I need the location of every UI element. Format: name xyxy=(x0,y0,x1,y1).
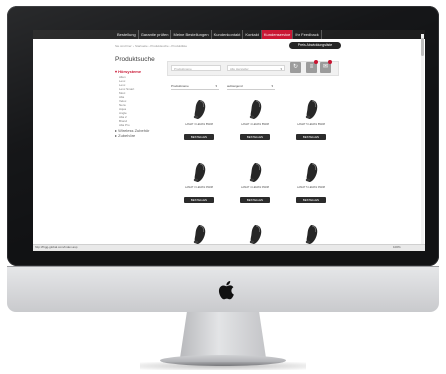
product-name: LAMAT 5 LEMAS DW08 xyxy=(296,186,325,189)
status-url: http://lhgg-global.com/index.asp xyxy=(35,245,78,249)
refresh-button[interactable]: ↻ xyxy=(290,62,301,73)
chevron-down-icon: ▾ xyxy=(215,84,217,88)
status-bar xyxy=(33,244,425,251)
search-input[interactable]: Produktname xyxy=(171,65,221,71)
sidebar-sublist: Allen Lexx Lexx Lexx Smart Moxi Alta Velox Nera… xyxy=(119,75,134,127)
cart-icon: ✉ xyxy=(322,64,329,70)
order-button[interactable]: BESTELLEN xyxy=(296,197,326,203)
zoom-level[interactable]: 100% xyxy=(393,245,401,249)
order-button[interactable]: BESTELLEN xyxy=(296,134,326,140)
chevron-down-icon: ▾ xyxy=(280,67,282,71)
hearing-aid-image[interactable] xyxy=(190,223,208,245)
hearing-aid-image[interactable] xyxy=(302,161,320,183)
nav-item[interactable]: Kundenkontakt xyxy=(212,30,244,39)
chevron-right-icon: ▸ xyxy=(115,133,118,138)
nav-item[interactable]: Meine Bestellungen xyxy=(171,30,212,39)
product-card[interactable]: LAMAT 4 LEMAS DW08 BESTELLEN xyxy=(229,161,281,205)
product-name: LAMAT 4 LEMAS BW08 xyxy=(241,123,269,126)
hearing-aid-image[interactable] xyxy=(246,98,264,120)
nav-item[interactable]: Garantie prüfen xyxy=(139,30,172,39)
brand-select[interactable]: Alle Hersteller ▾ xyxy=(227,65,285,71)
sort-order-select[interactable]: aufsteigend ▾ xyxy=(227,83,275,90)
product-name: LAMAT 5 LEMAS BW08 xyxy=(297,123,325,126)
nav-item[interactable]: Kontakt xyxy=(243,30,262,39)
product-name: LAMAT 4 LEMAS DW08 xyxy=(240,186,269,189)
scrollbar-track[interactable] xyxy=(421,34,424,249)
nav-item[interactable]: Kundenservice xyxy=(261,30,294,39)
sidebar-item-accessories[interactable]: ▸ Zubehöre xyxy=(115,133,135,138)
hearing-aid-image[interactable] xyxy=(246,223,264,245)
compare-badge xyxy=(314,60,318,64)
refresh-icon: ↻ xyxy=(292,64,299,70)
nav-item[interactable]: Bestellung xyxy=(115,30,139,39)
hearing-aid-image[interactable] xyxy=(190,98,208,120)
hearing-aid-image[interactable] xyxy=(246,161,264,183)
sort-field-select[interactable]: Produktname ▾ xyxy=(171,83,219,90)
chevron-down-icon: ▾ xyxy=(115,69,118,74)
product-card[interactable]: LAMAT 3 LEMAS BW08 BESTELLEN xyxy=(173,98,225,142)
chevron-down-icon: ▾ xyxy=(271,84,273,88)
scrollbar-thumb[interactable] xyxy=(421,38,424,56)
sidebar-title: Produktsuche xyxy=(115,56,155,63)
product-card[interactable]: LAMAT 5 LEMAS DW08 BESTELLEN xyxy=(285,161,337,205)
nav-menu: Bestellung Garantie prüfen Meine Bestellun… xyxy=(115,30,322,39)
sidebar-subitem[interactable]: Alta Pro xyxy=(119,123,134,127)
apple-logo-icon xyxy=(218,281,234,300)
stand-shadow xyxy=(140,362,306,370)
sidebar-item-label: Hörsysteme xyxy=(118,69,142,74)
sidebar-item-active[interactable]: ▾ Hörsysteme xyxy=(115,69,141,74)
cart-badge xyxy=(328,60,332,64)
compare-icon: ≡ xyxy=(309,64,314,70)
product-name: LAMAT 3 LEMAS BW08 xyxy=(185,123,213,126)
order-button[interactable]: BESTELLEN xyxy=(184,197,214,203)
product-card[interactable]: LAMAT 3 LEMAS DW08 BESTELLEN xyxy=(173,161,225,205)
hearing-aid-image[interactable] xyxy=(190,161,208,183)
screen: Bestellung Garantie prüfen Meine Bestellun… xyxy=(33,30,425,251)
product-name: LAMAT 3 LEMAS DW08 xyxy=(184,186,213,189)
nav-item[interactable]: Ihr Feedback xyxy=(293,30,322,39)
order-button[interactable]: BESTELLEN xyxy=(240,197,270,203)
product-card[interactable]: LAMAT 5 LEMAS BW08 BESTELLEN xyxy=(285,98,337,142)
order-button[interactable]: BESTELLEN xyxy=(240,134,270,140)
chin-seam xyxy=(7,266,439,267)
price-list-button[interactable]: Preis Abwicklungsliste xyxy=(289,42,341,49)
product-card[interactable]: LAMAT 4 LEMAS BW08 BESTELLEN xyxy=(229,98,281,142)
hearing-aid-image[interactable] xyxy=(302,98,320,120)
hearing-aid-image[interactable] xyxy=(302,223,320,245)
monitor-stand xyxy=(180,312,266,358)
breadcrumb[interactable]: Sie sind hier: › Startseite › Produktsuc… xyxy=(115,44,187,48)
order-button[interactable]: BESTELLEN xyxy=(184,134,214,140)
